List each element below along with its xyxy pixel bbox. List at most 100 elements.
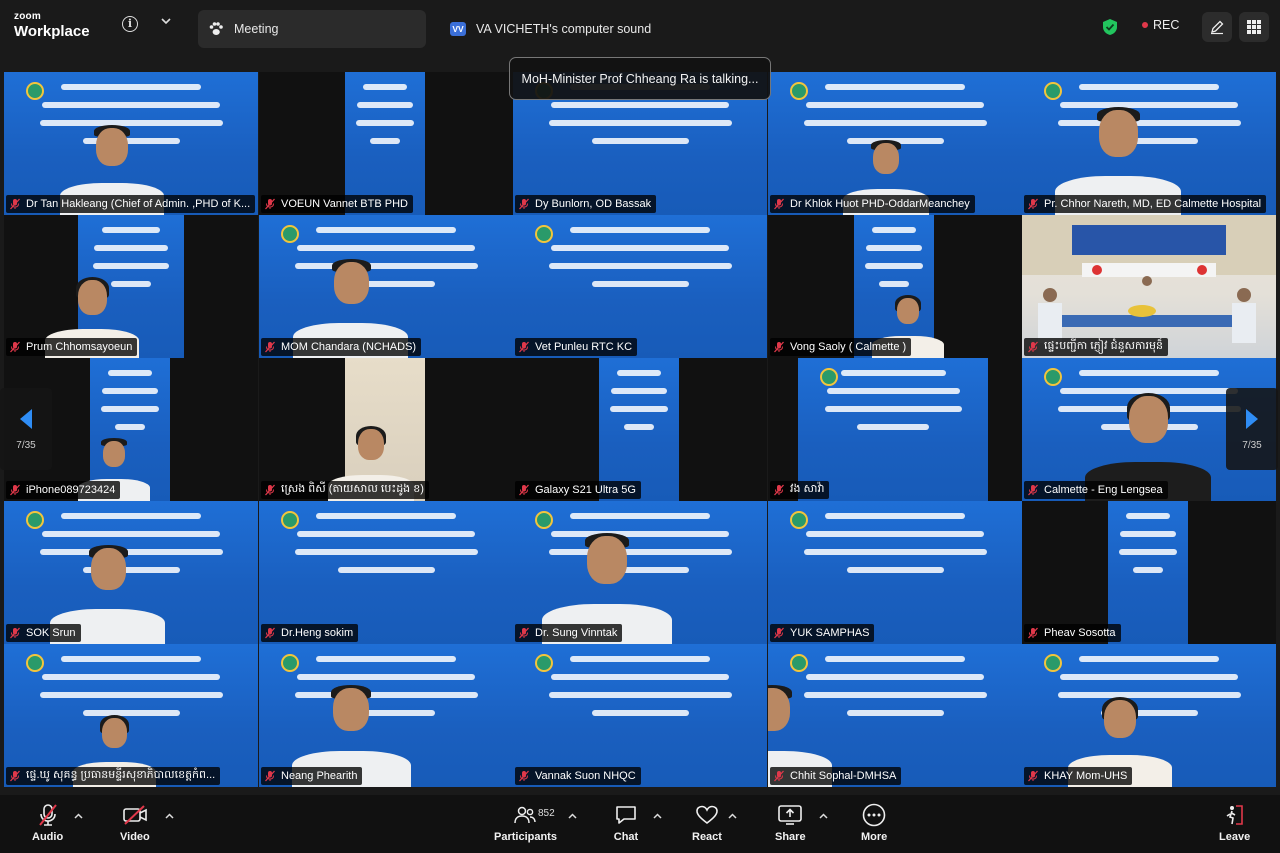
participant-video-tile[interactable]: Pheav Sosotta [1022,501,1276,644]
slide-text-line [356,120,414,126]
share-screen-icon [777,803,803,827]
participant-video-tile[interactable]: Vong Saoly ( Calmette ) [768,215,1022,358]
participant-video-tile[interactable]: ផ្ទេ.ឃូ សុគន្ធ ប្រធានមន្ទីរសុខាភិបាលខេត្… [4,644,258,787]
participant-name-tag: Dr Khlok Huot PHD-OddarMeanchey [770,195,975,213]
next-page-button[interactable]: 7/35 [1226,388,1278,470]
ministry-emblem-icon [820,368,838,386]
view-layout-button[interactable] [1239,12,1269,42]
participant-name: iPhone089723424 [26,484,116,496]
audio-button[interactable]: Audio [32,803,63,843]
ministry-emblem-icon [790,82,808,100]
participant-video-tile[interactable]: Galaxy S21 Ultra 5G [513,358,767,501]
slide-text-line [1079,84,1219,90]
previous-page-button[interactable]: 7/35 [0,388,52,470]
chat-options-caret-icon[interactable] [653,811,663,821]
participant-video-tile[interactable]: Chhit Sophal-DMHSA [768,644,1022,787]
person-head [897,298,919,324]
logo-line2: Workplace [14,23,90,40]
participant-video-tile[interactable]: ស្រេង ពិសី (តាយសាល បេះដូង ខ) [259,358,513,501]
video-options-caret-icon[interactable] [165,811,175,821]
presentation-slide-background [259,501,513,644]
slide-text-line [102,388,158,394]
vv-badge-wrap: VV [450,21,466,37]
slide-text-line [872,227,916,233]
participant-name-tag: វង សាវ៉ា [770,481,830,499]
person-head [1104,700,1136,738]
share-options-caret-icon[interactable] [819,811,829,821]
mic-muted-icon [519,770,529,782]
react-options-caret-icon[interactable] [728,811,738,821]
person-head [358,429,384,460]
slide-text-line [847,567,944,573]
participant-video-tile[interactable]: YUK SAMPHAS [768,501,1022,644]
participant-name-tag: Dy Bunlorn, OD Bassak [515,195,657,213]
slide-text-line [570,656,710,662]
slide-text-line [592,281,689,287]
conference-room-video [1022,215,1276,358]
tab-shared-sound[interactable]: VV VA VICHETH's computer sound [440,10,700,48]
slide-text-line [549,120,732,126]
ministry-emblem-icon [281,511,299,529]
page-indicator-left: 7/35 [16,439,36,451]
participant-video-tile[interactable]: MOM Chandara (NCHADS) [259,215,513,358]
tab-meeting[interactable]: Meeting [198,10,426,48]
participant-video-tile[interactable]: VOEUN Vannet BTB PHD [259,72,513,215]
more-button[interactable]: More [861,803,887,843]
participant-video-tile[interactable]: Vannak Suon NHQC [513,644,767,787]
participant-video-tile[interactable]: Prum Chhomsayoeun [4,215,258,358]
meeting-info-icon[interactable]: i [122,16,138,32]
top-bar: zoom Workplace i Meeting VV VA VICHETH's… [0,0,1280,58]
participant-video-tile[interactable]: Vet Punleu RTC KC [513,215,767,358]
mic-muted-icon [774,484,784,496]
participants-options-caret-icon[interactable] [568,811,578,821]
paw-icon [208,21,224,37]
mic-muted-icon [1028,341,1038,353]
participant-video-tile[interactable]: Neang Phearith [259,644,513,787]
mic-muted-icon [1028,484,1038,496]
mic-muted-icon [265,198,275,210]
slide-text-line [115,424,145,430]
microphone-muted-icon [35,803,61,827]
person-head [103,441,125,467]
participant-video-tile[interactable]: Dr Tan Hakleang (Chief of Admin. ,PHD of… [4,72,258,215]
participant-video-tile[interactable]: Pr. Chhor Nareth, MD, ED Calmette Hospit… [1022,72,1276,215]
participant-video-tile[interactable]: ផ្ទេះបញ្ជីកា ភ្ញៀវ ជំនួសការមុន៏ [1022,215,1276,358]
recording-dot-icon [1142,22,1148,28]
person-head [333,688,369,731]
ministry-emblem-icon [535,654,553,672]
participant-video-tile[interactable]: វង សាវ៉ា [768,358,1022,501]
mic-muted-icon [265,770,275,782]
slide-text-line [624,424,654,430]
slide-text-line [879,281,909,287]
tab-meeting-label: Meeting [234,22,279,36]
participant-name-tag: Pr. Chhor Nareth, MD, ED Calmette Hospit… [1024,195,1267,213]
participant-video-tile[interactable]: Dr.Heng sokim [259,501,513,644]
ministry-emblem-icon [26,82,44,100]
participant-video-tile[interactable]: Dr. Sung Vinntak [513,501,767,644]
ministry-emblem-icon [1044,654,1062,672]
annotate-pen-button[interactable] [1202,12,1232,42]
chat-button[interactable]: Chat [613,803,639,843]
participant-name: Calmette - Eng Lengsea [1044,484,1163,496]
leave-button[interactable]: Leave [1219,803,1250,843]
person-head [333,262,369,304]
participant-name: Vong Saoly ( Calmette ) [790,341,907,353]
participant-video-tile[interactable]: SOK Srun [4,501,258,644]
react-button[interactable]: React [692,803,722,843]
share-screen-button[interactable]: Share [775,803,806,843]
participant-video-tile[interactable]: Dr Khlok Huot PHD-OddarMeanchey [768,72,1022,215]
audio-options-caret-icon[interactable] [74,811,84,821]
slide-text-line [551,245,729,251]
slide-text-line [83,710,180,716]
participant-name: Dr. Sung Vinntak [535,627,618,639]
security-shield-icon[interactable] [1102,18,1118,36]
pen-icon [1211,20,1224,35]
chevron-down-icon[interactable] [158,14,174,30]
presentation-slide-background [768,501,1022,644]
participant-video-tile[interactable]: KHAY Mom-UHS [1022,644,1276,787]
slide-text-line [866,245,922,251]
participant-name-tag: ផ្ទេះបញ្ជីកា ភ្ញៀវ ជំនួសការមុន៏ [1024,338,1168,356]
mic-muted-icon [519,341,529,353]
recording-indicator[interactable]: REC [1142,18,1179,32]
video-button[interactable]: Video [120,803,150,843]
